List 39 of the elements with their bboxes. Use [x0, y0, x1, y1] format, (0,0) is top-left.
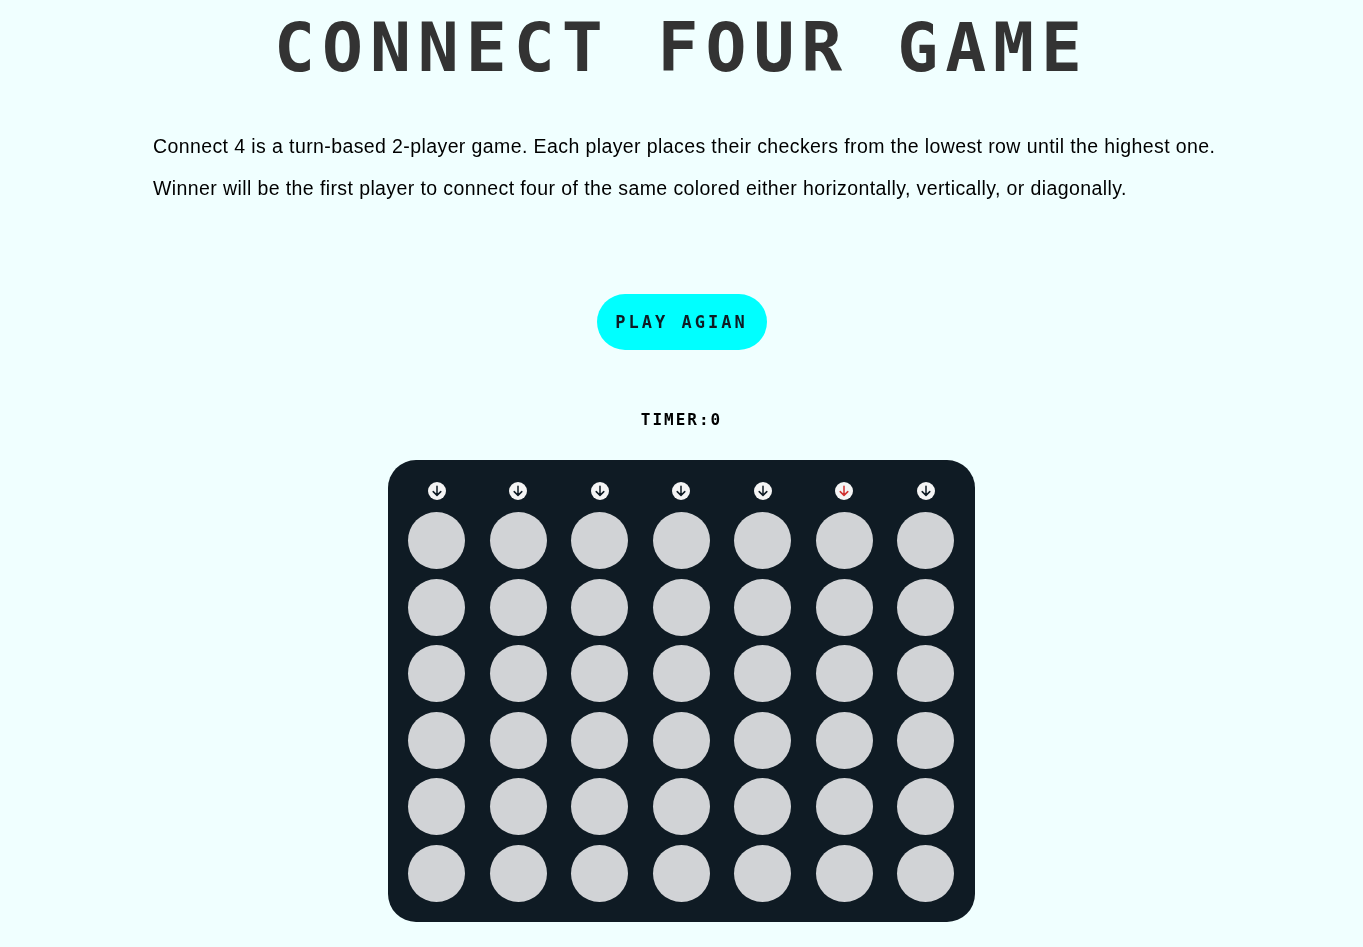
board-slot[interactable]	[571, 645, 628, 703]
description-text: Winner will be the first player to connect four of the same colored either horizontally, vertically, or diagonally.	[153, 176, 1127, 201]
arrow-down-circle-icon[interactable]	[509, 482, 527, 500]
board-slot[interactable]	[571, 578, 628, 636]
board-slot[interactable]	[489, 512, 547, 569]
timer-text: TIMER:0	[640, 410, 723, 430]
board-slot[interactable]	[897, 711, 954, 769]
board-slot[interactable]	[571, 844, 628, 902]
board-slot[interactable]	[408, 778, 465, 836]
board-slot[interactable]	[734, 578, 791, 636]
arrow-down-circle-icon[interactable]	[427, 482, 446, 500]
board-slot[interactable]	[571, 778, 628, 836]
board-slot[interactable]	[571, 512, 628, 569]
board-slot[interactable]	[408, 711, 465, 769]
board-slot[interactable]	[408, 512, 465, 569]
board-slot[interactable]	[734, 645, 791, 703]
board-slot[interactable]	[408, 578, 465, 636]
board-slot[interactable]	[408, 844, 465, 902]
board-slot[interactable]	[897, 778, 954, 836]
board-slot[interactable]	[897, 578, 954, 636]
board-slot[interactable]	[734, 512, 791, 569]
page-title: CONNECT FOUR GAME	[274, 14, 1089, 82]
arrow-down-circle-icon[interactable]	[590, 482, 609, 500]
arrow-down-circle-icon[interactable]	[672, 482, 690, 500]
board-slot[interactable]	[734, 844, 791, 902]
board-slot[interactable]	[408, 645, 465, 703]
board-slot[interactable]	[897, 844, 954, 902]
description-text: Connect 4 is a turn-based 2-player game. Each player places their checkers from the lowest row until the highest one.	[153, 134, 1216, 159]
arrow-down-circle-icon[interactable]	[753, 482, 772, 500]
board-slot[interactable]	[897, 645, 954, 703]
board-slot[interactable]	[815, 512, 873, 569]
arrow-down-circle-icon[interactable]	[916, 482, 935, 500]
board-slot[interactable]	[652, 512, 710, 569]
board-slot[interactable]	[897, 512, 954, 569]
play-again-button[interactable]: PLAY AGIAN	[596, 294, 767, 350]
board-slot[interactable]	[734, 711, 791, 769]
board-slot[interactable]	[571, 711, 628, 769]
arrow-down-circle-icon[interactable]	[835, 482, 853, 500]
board-slot[interactable]	[734, 778, 791, 836]
